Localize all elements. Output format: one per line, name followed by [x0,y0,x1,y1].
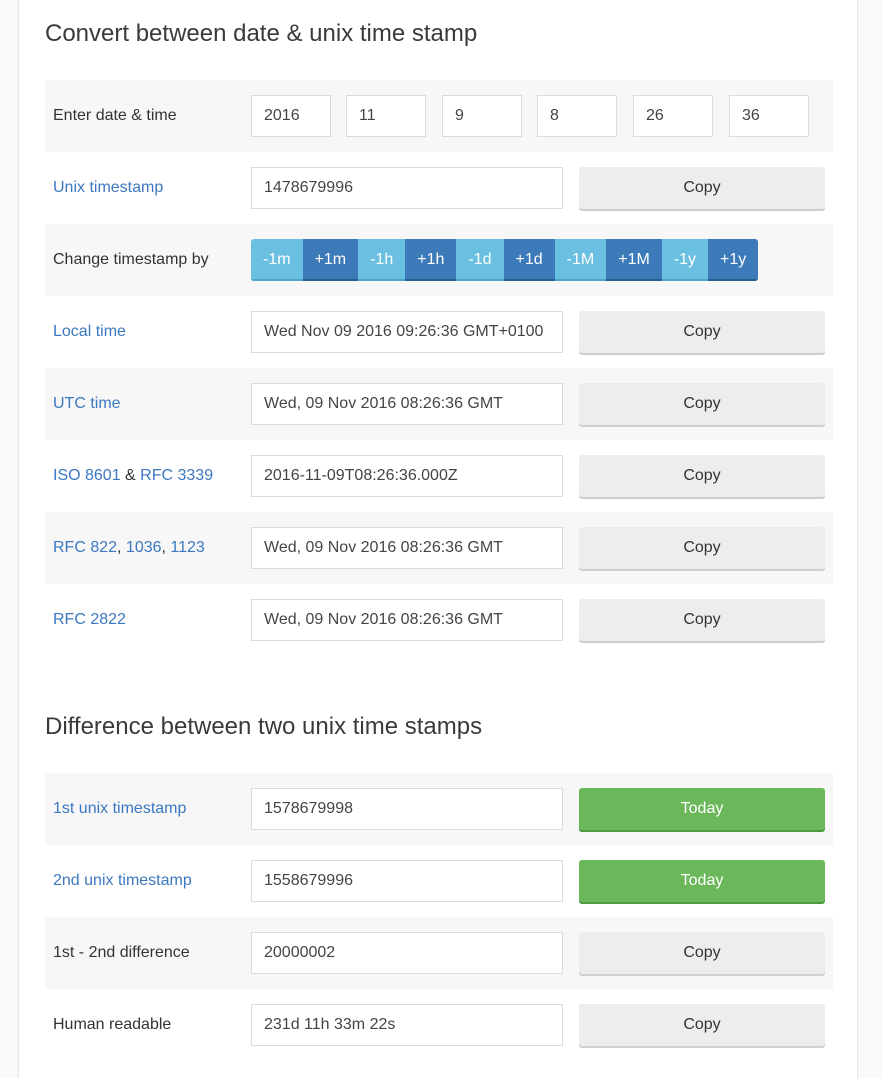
month-input[interactable] [346,95,426,137]
second-input[interactable] [729,95,809,137]
plus-1-day-button[interactable]: +1d [503,239,555,281]
rfc-822-row: RFC 822, 1036, 1123 Copy [45,512,833,584]
copy-human-readable-button[interactable]: Copy [579,1004,825,1046]
iso-8601-input[interactable] [251,455,563,497]
minus-1-hour-button[interactable]: -1h [358,239,406,281]
minus-1-minute-button[interactable]: -1m [251,239,303,281]
iso-8601-link[interactable]: ISO 8601 [53,467,121,484]
second-timestamp-link[interactable]: 2nd unix timestamp [53,845,192,917]
difference-row: 1st - 2nd difference Copy [45,917,833,989]
local-time-input[interactable] [251,311,563,353]
plus-1-hour-button[interactable]: +1h [405,239,457,281]
iso-8601-row: ISO 8601 & RFC 3339 Copy [45,440,833,512]
rfc-2822-row: RFC 2822 Copy [45,584,833,656]
human-readable-row: Human readable Copy [45,989,833,1061]
human-readable-input[interactable] [251,1004,563,1046]
rfc-1123-link[interactable]: 1123 [170,539,204,556]
day-input[interactable] [442,95,522,137]
iso-8601-label: ISO 8601 & RFC 3339 [53,440,213,512]
minus-1-year-button[interactable]: -1y [661,239,709,281]
utc-time-input[interactable] [251,383,563,425]
change-timestamp-label: Change timestamp by [53,251,209,268]
date-input-row: Enter date & time [45,80,833,152]
first-timestamp-row: 1st unix timestamp Today [45,773,833,845]
second-timestamp-row: 2nd unix timestamp Today [45,845,833,917]
first-timestamp-link[interactable]: 1st unix timestamp [53,773,186,845]
difference-input[interactable] [251,932,563,974]
timestamp-stepper: -1m +1m -1h +1h -1d +1d -1M +1M -1y +1y [251,239,759,281]
copy-iso-8601-button[interactable]: Copy [579,455,825,497]
plus-1-year-button[interactable]: +1y [708,239,759,281]
converter-panel: Convert between date & unix time stamp E… [18,0,858,1078]
minute-input[interactable] [633,95,713,137]
difference-label: 1st - 2nd difference [53,944,190,961]
convert-section-title: Convert between date & unix time stamp [45,20,478,47]
copy-difference-button[interactable]: Copy [579,932,825,974]
rfc-2822-link[interactable]: RFC 2822 [53,584,126,656]
minus-1-month-button[interactable]: -1M [554,239,607,281]
rfc-3339-link[interactable]: RFC 3339 [140,467,213,484]
unix-timestamp-row: Unix timestamp Copy [45,152,833,224]
change-timestamp-row: Change timestamp by -1m +1m -1h +1h -1d … [45,224,833,296]
local-time-link[interactable]: Local time [53,296,126,368]
first-today-button[interactable]: Today [579,788,825,830]
copy-local-time-button[interactable]: Copy [579,311,825,353]
year-input[interactable] [251,95,331,137]
copy-utc-time-button[interactable]: Copy [579,383,825,425]
human-readable-label: Human readable [53,1016,172,1033]
first-timestamp-input[interactable] [251,788,563,830]
copy-rfc-822-button[interactable]: Copy [579,527,825,569]
utc-time-row: UTC time Copy [45,368,833,440]
second-today-button[interactable]: Today [579,860,825,902]
label-separator: , [117,539,126,556]
label-separator: & [120,467,141,484]
plus-1-month-button[interactable]: +1M [606,239,662,281]
rfc-822-input[interactable] [251,527,563,569]
rfc-822-label: RFC 822, 1036, 1123 [53,512,205,584]
utc-time-link[interactable]: UTC time [53,368,121,440]
unix-timestamp-link[interactable]: Unix timestamp [53,152,163,224]
rfc-822-link[interactable]: RFC 822 [53,539,117,556]
second-timestamp-input[interactable] [251,860,563,902]
local-time-row: Local time Copy [45,296,833,368]
hour-input[interactable] [537,95,617,137]
unix-timestamp-input[interactable] [251,167,563,209]
difference-section-title: Difference between two unix time stamps [45,713,483,740]
copy-unix-button[interactable]: Copy [579,167,825,209]
rfc-2822-input[interactable] [251,599,563,641]
date-input-label: Enter date & time [53,107,177,124]
rfc-1036-link[interactable]: 1036 [126,539,162,556]
minus-1-day-button[interactable]: -1d [456,239,504,281]
plus-1-minute-button[interactable]: +1m [302,239,359,281]
copy-rfc-2822-button[interactable]: Copy [579,599,825,641]
